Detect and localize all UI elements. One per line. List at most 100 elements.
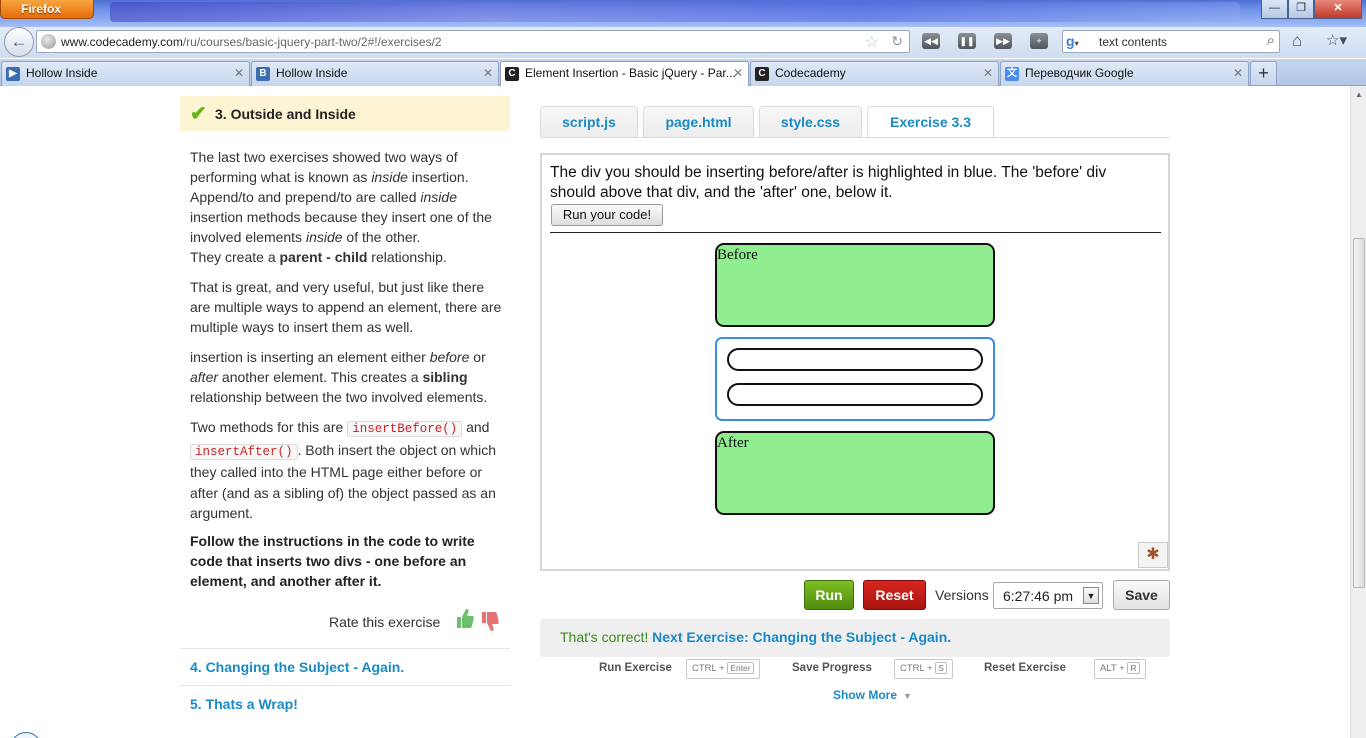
before-label: Before bbox=[717, 247, 758, 263]
search-input[interactable]: text contents bbox=[1099, 35, 1167, 49]
bug-report-icon[interactable]: ✱ bbox=[1138, 542, 1168, 568]
thumbs-down-icon[interactable] bbox=[480, 610, 500, 632]
caret-down-icon: ▼ bbox=[903, 691, 912, 701]
after-label: After bbox=[717, 435, 749, 451]
tab-label: Codecademy bbox=[775, 66, 846, 80]
close-window-icon[interactable]: ✕ bbox=[1314, 0, 1362, 19]
shortcut-label-reset: Reset Exercise bbox=[984, 662, 1066, 674]
next-exercise-link[interactable]: Next Exercise: Changing the Subject - Ag… bbox=[652, 629, 951, 645]
address-bar[interactable]: www.codecademy.com/ru/courses/basic-jque… bbox=[36, 30, 910, 53]
codecademy-favicon-icon: C bbox=[505, 67, 519, 81]
pause-icon[interactable]: ❚❚ bbox=[958, 33, 976, 49]
search-bar[interactable]: g▾ text contents ⌕ bbox=[1062, 30, 1280, 53]
lesson-paragraph-3: insertion is inserting an element either… bbox=[190, 349, 488, 405]
correct-message: That's correct! bbox=[560, 629, 649, 645]
maximize-icon[interactable]: ❐ bbox=[1288, 0, 1314, 19]
code-insert-after: insertAfter() bbox=[190, 443, 298, 460]
reset-button[interactable]: Reset bbox=[863, 580, 926, 610]
run-button[interactable]: Run bbox=[804, 580, 854, 610]
codecademy-favicon-icon: C bbox=[755, 67, 769, 81]
tab-label: Переводчик Google bbox=[1025, 66, 1134, 80]
favicon-icon: ▶ bbox=[6, 67, 20, 81]
new-tab-button[interactable]: + bbox=[1250, 61, 1277, 85]
show-more-link[interactable]: Show More ▼ bbox=[833, 688, 912, 702]
titlebar-background bbox=[110, 2, 1240, 22]
inner-div bbox=[727, 383, 983, 406]
search-icon[interactable]: ⌕ bbox=[1267, 32, 1275, 49]
checkmark-icon: ✔ bbox=[190, 103, 207, 125]
tab-codecademy[interactable]: C Codecademy ✕ bbox=[750, 61, 999, 86]
lesson-paragraph-4: Two methods for this are insertBefore() … bbox=[190, 419, 496, 521]
run-your-code-button[interactable]: Run your code! bbox=[551, 204, 663, 226]
shortcut-label-save: Save Progress bbox=[792, 662, 872, 674]
tab-hollow-inside-1[interactable]: ▶ Hollow Inside ✕ bbox=[1, 61, 250, 86]
vertical-scrollbar[interactable]: ▲ bbox=[1350, 86, 1366, 738]
code-insert-before: insertBefore() bbox=[347, 421, 463, 437]
close-tab-icon[interactable]: ✕ bbox=[483, 66, 493, 80]
tab-google-translate[interactable]: 文 Переводчик Google ✕ bbox=[1000, 61, 1249, 86]
navigation-toolbar: ← www.codecademy.com/ru/courses/basic-jq… bbox=[0, 27, 1366, 58]
tab-element-insertion[interactable]: C Element Insertion - Basic jQuery - Par… bbox=[500, 61, 749, 86]
help-widget-icon[interactable] bbox=[10, 732, 42, 738]
minimize-icon[interactable]: — bbox=[1261, 0, 1288, 19]
tab-label: Element Insertion - Basic jQuery - Par..… bbox=[525, 66, 736, 80]
reload-icon[interactable]: ↻ bbox=[891, 33, 903, 50]
rate-exercise-label: Rate this exercise bbox=[329, 614, 441, 630]
lesson-paragraph-2: That is great, and very useful, but just… bbox=[190, 279, 502, 335]
rewind-icon[interactable]: ◀◀ bbox=[922, 33, 940, 49]
preview-divider bbox=[550, 232, 1161, 233]
firefox-menu-button[interactable]: Firefox bbox=[0, 0, 94, 19]
tab-script-js[interactable]: script.js bbox=[540, 106, 638, 138]
preview-instruction: The div you should be inserting before/a… bbox=[550, 164, 1107, 201]
google-translate-favicon-icon: 文 bbox=[1005, 67, 1019, 81]
add-icon[interactable]: + bbox=[1030, 33, 1048, 49]
tab-hollow-inside-2[interactable]: B Hollow Inside ✕ bbox=[251, 61, 499, 86]
scroll-up-icon[interactable]: ▲ bbox=[1355, 90, 1363, 99]
bookmark-star-icon[interactable]: ☆ bbox=[865, 32, 879, 52]
next-item-link-4[interactable]: 4. Changing the Subject - Again. bbox=[190, 659, 404, 675]
tab-label: Hollow Inside bbox=[26, 66, 98, 80]
fast-forward-icon[interactable]: ▶▶ bbox=[994, 33, 1012, 49]
close-tab-icon[interactable]: ✕ bbox=[1233, 66, 1243, 80]
close-tab-icon[interactable]: ✕ bbox=[234, 66, 244, 80]
versions-select[interactable]: 6:27:46 pm ▼ bbox=[993, 582, 1103, 609]
scrollbar-thumb[interactable] bbox=[1353, 238, 1365, 588]
home-icon[interactable]: ⌂ bbox=[1292, 31, 1302, 51]
tab-page-html[interactable]: page.html bbox=[643, 106, 754, 138]
success-banner: That's correct! Next Exercise: Changing … bbox=[540, 619, 1170, 657]
shortcut-key-save: CTRL + S bbox=[894, 659, 953, 679]
next-item-link-5[interactable]: 5. Thats a Wrap! bbox=[190, 696, 298, 712]
shortcut-label-run: Run Exercise bbox=[599, 662, 672, 674]
shortcut-key-run: CTRL + Enter bbox=[686, 659, 760, 679]
after-div: After bbox=[715, 431, 995, 515]
highlighted-target-div bbox=[715, 337, 995, 421]
google-icon[interactable]: g▾ bbox=[1066, 33, 1079, 49]
url-text: www.codecademy.com/ru/courses/basic-jque… bbox=[61, 35, 442, 49]
page-content: ✔ 3. Outside and Inside The last two exe… bbox=[0, 86, 1350, 738]
lesson-instructions: Follow the instructions in the code to w… bbox=[190, 533, 475, 589]
thumbs-up-icon[interactable] bbox=[455, 608, 475, 630]
preview-frame: The div you should be inserting before/a… bbox=[540, 153, 1170, 571]
divider bbox=[180, 648, 510, 649]
shortcut-key-reset: ALT + R bbox=[1094, 659, 1146, 679]
chevron-down-icon[interactable]: ▼ bbox=[1083, 587, 1099, 604]
tab-baseline bbox=[540, 137, 1170, 138]
tab-strip: ▶ Hollow Inside ✕ B Hollow Inside ✕ C El… bbox=[0, 59, 1366, 86]
favicon-icon: B bbox=[256, 67, 270, 81]
close-tab-icon[interactable]: ✕ bbox=[983, 66, 993, 80]
bookmarks-menu-icon[interactable]: ☆▾ bbox=[1326, 31, 1347, 49]
lesson-title: 3. Outside and Inside bbox=[215, 106, 356, 122]
tab-label: Hollow Inside bbox=[276, 66, 348, 80]
lesson-header: ✔ 3. Outside and Inside bbox=[180, 96, 510, 131]
before-div: Before bbox=[715, 243, 995, 327]
lesson-paragraph-1: The last two exercises showed two ways o… bbox=[190, 149, 492, 265]
version-value: 6:27:46 pm bbox=[1003, 588, 1074, 604]
inner-div bbox=[727, 348, 983, 371]
back-arrow-icon[interactable]: ← bbox=[4, 27, 34, 57]
close-tab-icon[interactable]: ✕ bbox=[733, 66, 743, 80]
tab-style-css[interactable]: style.css bbox=[759, 106, 862, 138]
tab-exercise[interactable]: Exercise 3.3 bbox=[867, 106, 994, 139]
save-button[interactable]: Save bbox=[1113, 580, 1170, 610]
site-identity-icon[interactable] bbox=[41, 34, 56, 49]
window-titlebar: Firefox — ❐ ✕ bbox=[0, 0, 1366, 27]
